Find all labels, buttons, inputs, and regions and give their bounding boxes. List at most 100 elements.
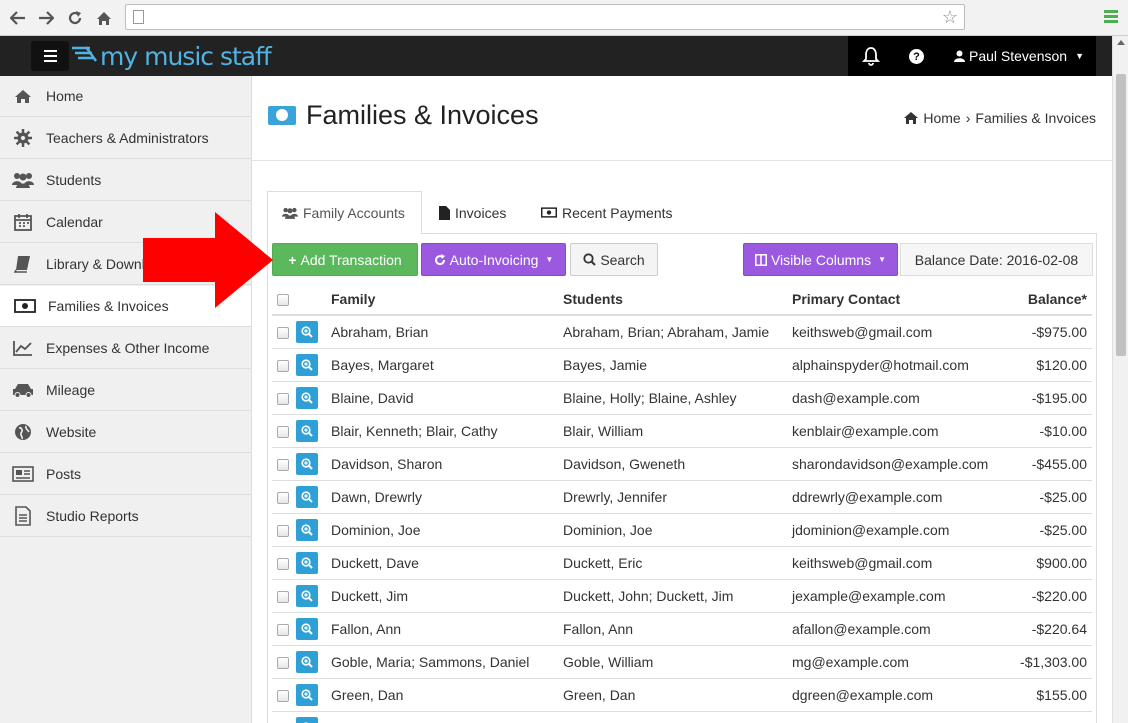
family-cell[interactable]: Duckett, Jim xyxy=(331,579,563,613)
zoom-in-icon[interactable] xyxy=(296,386,318,409)
family-cell[interactable]: Bayes, Margaret xyxy=(331,348,563,382)
family-cell[interactable]: Goble, Maria; Sammons, Daniel xyxy=(331,645,563,679)
family-cell[interactable]: Blair, Kenneth; Blair, Cathy xyxy=(331,414,563,448)
students-cell: Dominion, Joe xyxy=(563,513,792,547)
family-cell[interactable] xyxy=(331,711,563,723)
contact-column-header[interactable]: Primary Contact xyxy=(792,284,1014,316)
sidebar-item-home[interactable]: Home xyxy=(0,76,251,117)
row-select-cell xyxy=(272,480,296,514)
sidebar-item-expenses[interactable]: Expenses & Other Income xyxy=(0,328,251,369)
family-cell[interactable]: Dawn, Drewrly xyxy=(331,480,563,514)
family-cell[interactable]: Duckett, Dave xyxy=(331,546,563,580)
family-cell[interactable]: Blaine, David xyxy=(331,381,563,415)
family-column-header[interactable]: Family xyxy=(331,284,563,316)
page-scrollbar[interactable] xyxy=(1112,36,1128,723)
auto-invoicing-button[interactable]: Auto-Invoicing ▼ xyxy=(421,243,566,276)
students-cell xyxy=(563,711,792,723)
zoom-in-icon[interactable] xyxy=(296,683,318,706)
user-menu[interactable]: Paul Stevenson ▼ xyxy=(954,48,1084,64)
row-checkbox[interactable] xyxy=(277,425,289,438)
contact-cell: afallon@example.com xyxy=(792,612,1014,646)
students-column-header[interactable]: Students xyxy=(563,284,792,316)
zoom-in-icon[interactable] xyxy=(296,716,318,723)
sidebar-item-label: Expenses & Other Income xyxy=(46,340,210,356)
forward-icon[interactable] xyxy=(34,6,58,30)
zoom-in-icon[interactable] xyxy=(296,617,318,640)
sidebar-item-mileage[interactable]: Mileage xyxy=(0,370,251,411)
row-checkbox[interactable] xyxy=(277,689,289,702)
contact-cell xyxy=(792,711,1014,723)
zoom-in-icon[interactable] xyxy=(296,650,318,673)
breadcrumb-home[interactable]: Home xyxy=(923,110,960,126)
auto-invoicing-label: Auto-Invoicing xyxy=(449,251,539,268)
sidebar-item-label: Mileage xyxy=(46,382,96,398)
page-title: Families & Invoices xyxy=(268,100,539,131)
row-checkbox[interactable] xyxy=(277,557,289,570)
balance-column-header[interactable]: Balance* xyxy=(1014,284,1092,316)
balance-cell: -$220.00 xyxy=(1014,579,1092,613)
zoom-in-icon[interactable] xyxy=(296,452,318,475)
contact-cell: sharondavidson@example.com xyxy=(792,447,1014,481)
scroll-up-icon[interactable] xyxy=(1117,40,1125,45)
home-icon[interactable] xyxy=(92,6,116,30)
address-bar[interactable]: ☆ xyxy=(125,4,965,30)
row-checkbox[interactable] xyxy=(277,491,289,504)
hamburger-menu-icon[interactable] xyxy=(31,41,69,71)
balance-date-label: Balance Date: 2016-02-08 xyxy=(914,251,1079,268)
family-cell[interactable]: Green, Dan xyxy=(331,678,563,712)
sidebar-item-posts[interactable]: Posts xyxy=(0,454,251,495)
add-transaction-button[interactable]: + Add Transaction xyxy=(272,243,418,276)
row-checkbox[interactable] xyxy=(277,623,289,636)
row-select-cell xyxy=(272,711,296,723)
scrollbar-thumb[interactable] xyxy=(1116,74,1126,356)
row-checkbox[interactable] xyxy=(277,359,289,372)
zoom-in-icon[interactable] xyxy=(296,419,318,442)
zoom-in-icon[interactable] xyxy=(296,485,318,508)
table-row: Abraham, Brian Abraham, Brian; Abraham, J… xyxy=(272,315,1092,349)
select-all-checkbox[interactable] xyxy=(277,294,289,307)
line-chart-icon xyxy=(12,338,34,358)
contact-cell: dgreen@example.com xyxy=(792,678,1014,712)
row-checkbox[interactable] xyxy=(277,327,289,340)
row-select-cell xyxy=(272,546,296,580)
help-icon[interactable]: ? xyxy=(909,49,924,64)
zoom-in-icon[interactable] xyxy=(296,320,318,343)
zoom-in-icon[interactable] xyxy=(296,518,318,541)
back-icon[interactable] xyxy=(6,6,30,30)
zoom-in-icon[interactable] xyxy=(296,584,318,607)
search-button[interactable]: Search xyxy=(570,243,658,276)
search-label: Search xyxy=(600,251,645,268)
family-cell[interactable]: Dominion, Joe xyxy=(331,513,563,547)
sidebar-item-studio-reports[interactable]: Studio Reports xyxy=(0,496,251,537)
sidebar-item-teachers[interactable]: Teachers & Administrators xyxy=(0,118,251,159)
visible-columns-button[interactable]: Visible Columns ▼ xyxy=(743,243,898,276)
row-select-cell xyxy=(272,513,296,547)
tab-family-accounts[interactable]: Family Accounts xyxy=(267,191,422,234)
students-cell: Green, Dan xyxy=(563,678,792,712)
row-action-cell xyxy=(296,711,331,723)
zoom-in-icon[interactable] xyxy=(296,353,318,376)
bell-icon[interactable] xyxy=(858,46,884,68)
sidebar-item-students[interactable]: Students xyxy=(0,160,251,201)
balance-date-button[interactable]: Balance Date: 2016-02-08 xyxy=(900,243,1093,276)
sidebar-item-website[interactable]: Website xyxy=(0,412,251,453)
contact-cell: keithsweb@gmail.com xyxy=(792,546,1014,580)
logo[interactable]: my music staff xyxy=(72,40,272,72)
row-checkbox[interactable] xyxy=(277,458,289,471)
user-name: Paul Stevenson xyxy=(969,48,1068,64)
row-checkbox[interactable] xyxy=(277,524,289,537)
row-select-cell xyxy=(272,348,296,382)
row-checkbox[interactable] xyxy=(277,392,289,405)
tab-recent-payments[interactable]: Recent Payments xyxy=(541,191,673,234)
row-checkbox[interactable] xyxy=(277,590,289,603)
bookmark-star-icon[interactable]: ☆ xyxy=(942,7,958,28)
zoom-in-icon[interactable] xyxy=(296,551,318,574)
family-cell[interactable]: Abraham, Brian xyxy=(331,315,563,349)
family-cell[interactable]: Fallon, Ann xyxy=(331,612,563,646)
row-checkbox[interactable] xyxy=(277,656,289,669)
family-cell[interactable]: Davidson, Sharon xyxy=(331,447,563,481)
students-cell: Blair, William xyxy=(563,414,792,448)
browser-menu-icon[interactable] xyxy=(1104,10,1118,25)
reload-icon[interactable] xyxy=(63,6,87,30)
tab-invoices[interactable]: Invoices xyxy=(439,191,506,234)
